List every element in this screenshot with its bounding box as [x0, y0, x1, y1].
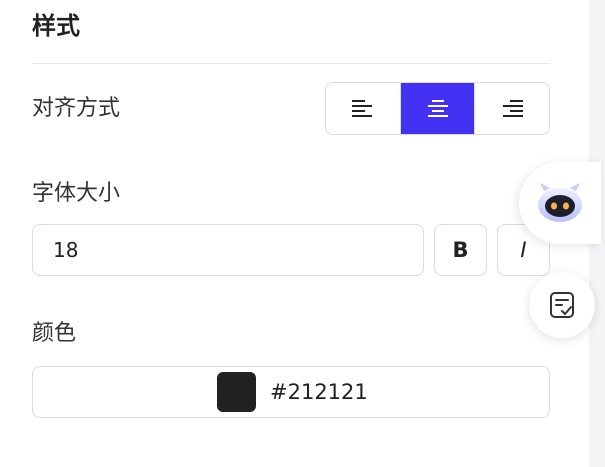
section-title: 样式: [32, 12, 80, 40]
alignment-group: [325, 82, 550, 135]
color-swatch[interactable]: [217, 372, 256, 412]
assistant-button[interactable]: [519, 162, 601, 244]
color-picker-field[interactable]: #212121: [32, 366, 550, 418]
align-right-icon: [503, 99, 524, 117]
section-divider: [32, 63, 550, 64]
alignment-label: 对齐方式: [32, 96, 121, 121]
align-center-icon: [427, 99, 448, 117]
align-left-button[interactable]: [326, 83, 400, 134]
align-right-button[interactable]: [474, 83, 549, 134]
align-left-icon: [351, 99, 372, 117]
color-hex-value: #212121: [270, 380, 368, 404]
style-settings-page: 样式 对齐方式 字体大小 18 B I 颜色 #212121: [0, 0, 605, 467]
checklist-icon: [550, 292, 574, 318]
robot-icon: [538, 183, 582, 222]
color-label: 颜色: [32, 321, 77, 346]
notes-button[interactable]: [529, 272, 595, 338]
align-center-button[interactable]: [399, 83, 475, 134]
bold-button[interactable]: B: [434, 224, 487, 276]
font-size-label: 字体大小: [32, 181, 121, 206]
font-size-input[interactable]: 18: [32, 224, 424, 276]
